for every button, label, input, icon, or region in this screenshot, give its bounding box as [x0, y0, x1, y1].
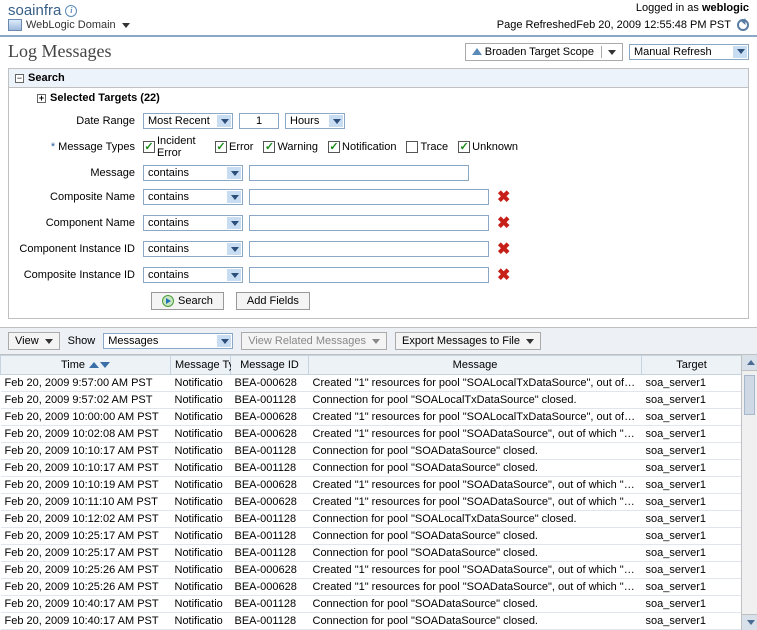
info-icon[interactable]: i — [65, 5, 77, 17]
play-icon — [162, 295, 174, 307]
expand-icon[interactable]: + — [37, 94, 46, 103]
chevron-down-icon — [122, 23, 130, 28]
chevron-down-icon — [372, 339, 380, 344]
table-row[interactable]: Feb 20, 2009 10:25:17 AM PSTNotificatioB… — [1, 528, 742, 545]
field-value-input[interactable] — [249, 189, 489, 205]
field-op-select[interactable]: contains — [143, 215, 243, 231]
domain-menu[interactable]: WebLogic Domain — [8, 19, 130, 31]
field-value-input[interactable] — [249, 215, 489, 231]
table-row[interactable]: Feb 20, 2009 10:40:17 AM PSTNotificatioB… — [1, 613, 742, 630]
field-op-select[interactable]: contains — [143, 241, 243, 257]
log-table: Time Message Type Message ID Message Tar… — [0, 355, 742, 630]
cb-unknown[interactable]: Unknown — [458, 141, 518, 153]
delete-row-icon[interactable]: ✖ — [497, 239, 510, 259]
table-row[interactable]: Feb 20, 2009 10:12:02 AM PSTNotificatioB… — [1, 511, 742, 528]
sort-asc-icon — [89, 362, 99, 368]
login-info: Logged in as weblogic — [636, 2, 749, 14]
cb-notification[interactable]: Notification — [328, 141, 396, 153]
table-row[interactable]: Feb 20, 2009 10:10:17 AM PSTNotificatioB… — [1, 443, 742, 460]
add-fields-button[interactable]: Add Fields — [236, 292, 310, 310]
field-value-input[interactable] — [249, 267, 489, 283]
sort-desc-icon — [100, 362, 110, 368]
field-value-input[interactable] — [249, 241, 489, 257]
collapse-icon[interactable]: − — [15, 74, 24, 83]
search-header[interactable]: − Search — [9, 69, 748, 88]
export-messages-button[interactable]: Export Messages to File — [395, 332, 541, 350]
scroll-thumb[interactable] — [744, 375, 755, 415]
chevron-down-icon — [45, 339, 53, 344]
date-range-mode-select[interactable]: Most Recent — [143, 113, 233, 129]
chevron-down-icon — [526, 339, 534, 344]
message-op-select[interactable]: contains — [143, 165, 243, 181]
cb-error[interactable]: Error — [215, 141, 253, 153]
search-header-title: Search — [28, 72, 65, 84]
refresh-icon[interactable] — [737, 19, 749, 31]
refresh-mode-select[interactable]: Manual Refresh — [629, 44, 749, 60]
col-time[interactable]: Time — [1, 356, 171, 375]
show-label: Show — [68, 335, 96, 347]
domain-icon — [8, 19, 22, 31]
app-title: soainfra i — [8, 2, 77, 19]
table-row[interactable]: Feb 20, 2009 10:25:26 AM PSTNotificatioB… — [1, 579, 742, 596]
table-row[interactable]: Feb 20, 2009 10:25:26 AM PSTNotificatioB… — [1, 562, 742, 579]
table-row[interactable]: Feb 20, 2009 10:10:17 AM PSTNotificatioB… — [1, 460, 742, 477]
field-label: Composite Name — [15, 191, 143, 203]
table-row[interactable]: Feb 20, 2009 10:10:19 AM PSTNotificatioB… — [1, 477, 742, 494]
table-row[interactable]: Feb 20, 2009 10:40:17 AM PSTNotificatioB… — [1, 596, 742, 613]
message-types-label: * Message Types — [15, 141, 143, 153]
view-menu[interactable]: View — [8, 332, 60, 350]
field-label: Composite Instance ID — [15, 269, 143, 281]
table-header-row: Time Message Type Message ID Message Tar… — [1, 356, 742, 375]
domain-label: WebLogic Domain — [26, 19, 116, 31]
selected-targets-row[interactable]: + Selected Targets (22) — [9, 88, 748, 108]
table-row[interactable]: Feb 20, 2009 9:57:00 AM PSTNotificatioBE… — [1, 375, 742, 392]
date-range-value-input[interactable] — [239, 113, 279, 129]
message-label: Message — [15, 167, 143, 179]
vertical-scrollbar[interactable] — [741, 355, 757, 630]
table-row[interactable]: Feb 20, 2009 9:57:02 AM PSTNotificatioBE… — [1, 392, 742, 409]
col-message[interactable]: Message — [309, 356, 642, 375]
scroll-up-arrow[interactable] — [742, 355, 757, 371]
page-title: Log Messages — [8, 41, 111, 62]
table-row[interactable]: Feb 20, 2009 10:11:10 AM PSTNotificatioB… — [1, 494, 742, 511]
selected-targets-label: Selected Targets (22) — [50, 92, 160, 104]
view-related-messages-button[interactable]: View Related Messages — [241, 332, 387, 350]
delete-row-icon[interactable]: ✖ — [497, 265, 510, 285]
field-label: Component Instance ID — [15, 243, 143, 255]
search-panel: − Search + Selected Targets (22) Date Ra… — [8, 68, 749, 319]
results-toolbar: View Show Messages View Related Messages… — [0, 327, 757, 355]
col-message-id[interactable]: Message ID — [231, 356, 309, 375]
col-target[interactable]: Target — [642, 356, 742, 375]
field-op-select[interactable]: contains — [143, 189, 243, 205]
chevron-down-icon — [608, 50, 616, 55]
table-row[interactable]: Feb 20, 2009 10:25:17 AM PSTNotificatioB… — [1, 545, 742, 562]
cb-warning[interactable]: Warning — [263, 141, 318, 153]
col-message-type[interactable]: Message Type — [171, 356, 231, 375]
table-row[interactable]: Feb 20, 2009 10:00:00 AM PSTNotificatioB… — [1, 409, 742, 426]
field-label: Component Name — [15, 217, 143, 229]
show-select[interactable]: Messages — [103, 333, 233, 349]
delete-row-icon[interactable]: ✖ — [497, 187, 510, 207]
broaden-up-icon — [472, 48, 482, 55]
scroll-down-arrow[interactable] — [742, 614, 757, 630]
broaden-target-scope-button[interactable]: Broaden Target Scope — [465, 43, 623, 61]
field-op-select[interactable]: contains — [143, 267, 243, 283]
delete-row-icon[interactable]: ✖ — [497, 213, 510, 233]
table-row[interactable]: Feb 20, 2009 10:02:08 AM PSTNotificatioB… — [1, 426, 742, 443]
search-button[interactable]: Search — [151, 292, 224, 310]
date-range-unit-select[interactable]: Hours — [285, 113, 345, 129]
app-name: soainfra — [8, 2, 61, 19]
message-value-input[interactable] — [249, 165, 469, 181]
cb-trace[interactable]: Trace — [406, 141, 448, 153]
date-range-label: Date Range — [15, 115, 143, 127]
cb-incident-error[interactable]: Incident Error — [143, 135, 205, 159]
page-refreshed: Page Refreshed Feb 20, 2009 12:55:48 PM … — [497, 19, 749, 31]
